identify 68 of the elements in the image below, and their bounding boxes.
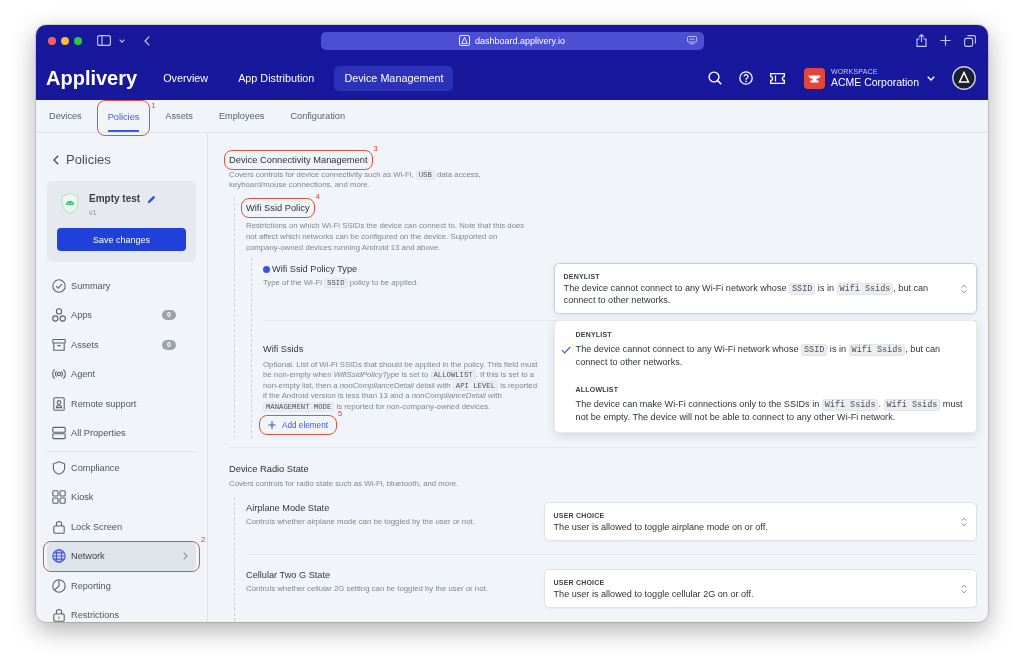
tab[interactable]: Configuration [290,100,346,132]
group-title: Wifi Ssid Policy [246,202,310,215]
back-icon[interactable] [144,35,150,46]
app-logo[interactable]: Applivery [46,66,138,90]
id-badge-icon [52,396,66,411]
sidebar-nav-item[interactable]: Compliance [47,453,196,483]
sidebar-nav-item[interactable]: Lock Screen [47,512,196,542]
shield-icon [52,460,66,475]
sidebar-nav-item[interactable]: All Properties [47,418,196,448]
archive-icon [52,337,66,352]
field-title: Airplane Mode State [246,502,330,515]
window-minimize-icon[interactable] [61,36,69,45]
updown-chevron-icon [961,284,967,294]
sidebar-toggle-icon[interactable] [97,35,111,46]
address-bar[interactable]: dashboard.applivery.io [320,31,704,50]
sidebar-nav-item[interactable]: Kiosk [47,482,196,512]
globe-icon [52,549,66,564]
field-title: Wifi Ssid Policy Type [272,263,358,275]
pencil-icon[interactable] [147,194,157,204]
tab[interactable]: Assets [165,100,193,132]
circles-icon [52,308,66,323]
padlock-icon [52,519,66,534]
chevron-down-icon [927,75,935,81]
field-title: Cellular Two G State [246,569,331,582]
avatar-icon[interactable] [952,66,976,90]
padlock-icon [52,608,66,622]
chevron-left-icon [53,155,59,165]
tab[interactable]: Devices [49,100,82,132]
sidebar-nav-item[interactable]: Network [47,541,196,571]
tab[interactable]: Employees [218,100,265,132]
plus-icon [268,421,276,430]
tabs-icon[interactable] [964,34,976,47]
pie-chart-icon [52,578,66,593]
updown-chevron-icon [961,584,967,595]
section-title: Device Connectivity Management [229,154,368,167]
chevron-down-icon[interactable] [119,38,125,43]
anvil-icon [803,67,825,89]
save-button[interactable]: Save changes [57,228,186,251]
chevron-right-icon [183,552,188,561]
ticket-icon[interactable] [769,72,785,84]
section-title: Device Radio State [229,463,309,477]
window-close-icon[interactable] [48,36,56,45]
reader-icon[interactable] [686,36,697,45]
sidebar-nav-item[interactable]: Restrictions [47,600,196,622]
triangle-logo-icon [459,35,471,46]
search-icon[interactable] [707,71,722,85]
nav-link[interactable]: Overview [153,65,219,91]
sidebar-nav-item[interactable]: Reporting [47,571,196,601]
back-link[interactable]: Policies [47,152,196,168]
check-circle-icon [52,278,66,293]
updown-chevron-icon [961,517,967,528]
broadcast-icon [52,367,66,382]
nav-link[interactable]: Device Management [334,65,454,91]
rows-icon [52,426,66,441]
help-icon[interactable] [738,71,753,85]
policy-name: Empty test [89,193,141,205]
share-icon[interactable] [916,34,927,47]
plus-icon[interactable] [940,35,951,46]
window-zoom-icon[interactable] [74,36,82,45]
sidebar-nav-item[interactable]: Remote support [47,389,196,419]
add-element-button[interactable]: Add element [263,416,333,435]
sidebar-nav-item[interactable]: Summary [47,271,196,301]
robot-shield-icon [61,193,79,214]
field-title: Wifi Ssids [263,343,304,356]
tab[interactable]: Policies [107,101,140,132]
sidebar-nav-item[interactable]: Agent [47,359,196,389]
grid-icon [52,490,66,505]
nav-link[interactable]: App Distribution [228,65,325,91]
